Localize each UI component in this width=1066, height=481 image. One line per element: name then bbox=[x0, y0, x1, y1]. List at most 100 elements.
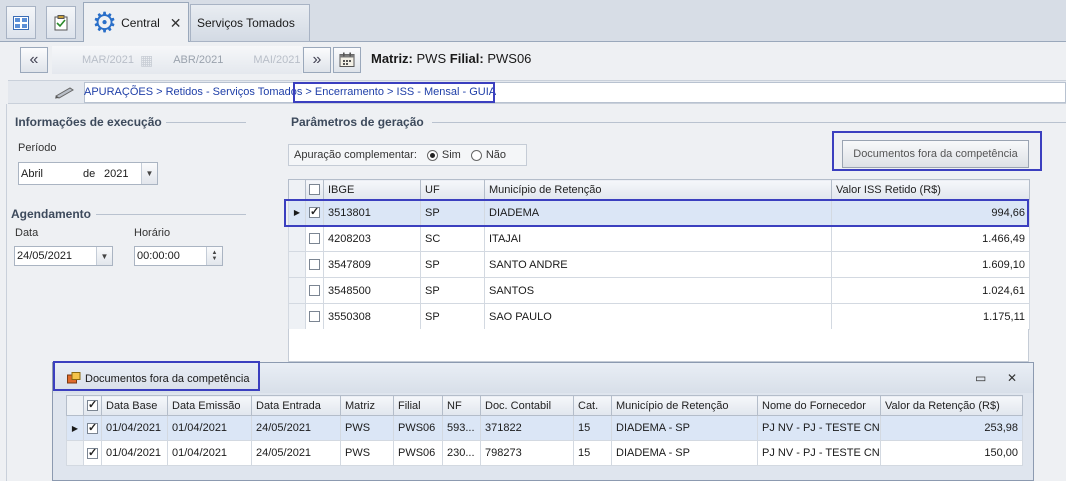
documentos-grid: Data Base Data Emissão Data Entrada Matr… bbox=[66, 395, 1023, 466]
row-checkbox[interactable] bbox=[83, 415, 102, 441]
table-row[interactable]: 3547809 SP SANTO ANDRE 1.609,10 bbox=[288, 251, 1030, 278]
close-icon[interactable]: ✕ bbox=[1007, 371, 1017, 385]
clipboard-icon bbox=[54, 14, 68, 30]
period-navigation: « MAR/2021 ▦ ABR/2021 MAI/2021 » Matriz:… bbox=[0, 42, 1066, 78]
row-checkbox[interactable] bbox=[83, 440, 102, 466]
municipio-cell: ITAJAI bbox=[484, 225, 832, 252]
column-header[interactable]: Município de Retenção bbox=[611, 395, 758, 416]
doc-cell: 798273 bbox=[480, 440, 574, 466]
uf-cell: SP bbox=[420, 277, 485, 304]
select-all-checkbox[interactable] bbox=[305, 179, 324, 200]
row-checkbox[interactable] bbox=[305, 277, 324, 304]
row-checkbox[interactable] bbox=[305, 225, 324, 252]
column-header[interactable]: Data Entrada bbox=[251, 395, 341, 416]
filial-cell: PWS06 bbox=[393, 415, 443, 441]
row-indicator bbox=[288, 277, 306, 304]
breadcrumb-highlight-box bbox=[293, 82, 495, 103]
table-row[interactable]: 3548500 SP SANTOS 1.024,61 bbox=[288, 277, 1030, 304]
popup-title-highlight-box bbox=[53, 361, 260, 391]
period-strip: MAR/2021 ▦ ABR/2021 MAI/2021 bbox=[52, 46, 302, 74]
horario-label: Horário bbox=[134, 227, 171, 239]
data-entrada-cell: 24/05/2021 bbox=[251, 440, 341, 466]
row-indicator bbox=[288, 225, 306, 252]
clipboard-tab[interactable] bbox=[46, 6, 76, 39]
row-indicator: ▶ bbox=[66, 415, 84, 441]
ibge-cell: 4208203 bbox=[323, 225, 421, 252]
matriz-cell: PWS bbox=[340, 415, 394, 441]
calendar-icon bbox=[339, 52, 355, 67]
chevron-down-icon[interactable]: ▼ bbox=[96, 247, 112, 265]
ibge-cell: 3547809 bbox=[323, 251, 421, 278]
spin-icon[interactable]: ▲ ▼ bbox=[206, 247, 222, 265]
filial-label: Filial: bbox=[449, 51, 484, 66]
column-header[interactable]: Filial bbox=[393, 395, 443, 416]
column-header[interactable]: IBGE bbox=[323, 179, 421, 200]
selected-row-highlight-box bbox=[284, 199, 1029, 227]
column-header[interactable]: Cat. bbox=[573, 395, 612, 416]
row-checkbox[interactable] bbox=[305, 303, 324, 330]
calendar-ghost-icon: ▦ bbox=[139, 51, 154, 68]
periodo-select[interactable]: Abril de 2021 ▼ bbox=[18, 162, 158, 185]
periodo-ano: 2021 bbox=[104, 167, 129, 180]
column-header[interactable]: Valor da Retenção (R$) bbox=[880, 395, 1023, 416]
select-all-checkbox[interactable] bbox=[83, 395, 102, 416]
tab-central[interactable]: ⚙ Central ✕ bbox=[83, 2, 189, 43]
minimize-icon[interactable]: ▭ bbox=[975, 371, 986, 385]
valor-cell: 1.466,49 bbox=[831, 225, 1030, 252]
radio-sim-label: Sim bbox=[441, 149, 461, 161]
periodo-mes: Abril bbox=[21, 167, 44, 180]
table-row[interactable]: 3550308 SP SAO PAULO 1.175,11 bbox=[288, 303, 1030, 330]
ghost-next-month: MAI/2021 bbox=[253, 54, 301, 66]
radio-nao[interactable] bbox=[470, 149, 482, 161]
column-header[interactable]: Nome do Fornecedor bbox=[757, 395, 881, 416]
valor-cell: 1.609,10 bbox=[831, 251, 1030, 278]
valor-cell: 253,98 bbox=[880, 415, 1023, 441]
next-period-button[interactable]: » bbox=[303, 47, 331, 73]
row-indicator bbox=[66, 440, 84, 466]
apuracao-complementar-group: Apuração complementar: Sim Não bbox=[288, 144, 527, 166]
uf-cell: SP bbox=[420, 251, 485, 278]
nf-cell: 593... bbox=[442, 415, 481, 441]
tab-servicos-label: Serviços Tomados bbox=[197, 16, 295, 30]
data-entrada-cell: 24/05/2021 bbox=[251, 415, 341, 441]
column-header[interactable]: Valor ISS Retido (R$) bbox=[831, 179, 1030, 200]
section-divider bbox=[432, 122, 1066, 123]
data-field[interactable]: 24/05/2021 ▼ bbox=[14, 246, 113, 266]
matriz-cell: PWS bbox=[340, 440, 394, 466]
municipio-cell: DIADEMA - SP bbox=[611, 415, 758, 441]
matriz-label: Matriz: bbox=[371, 51, 413, 66]
data-label: Data bbox=[15, 227, 39, 239]
left-border bbox=[6, 104, 7, 481]
table-row[interactable]: ▶01/04/202101/04/202124/05/2021PWSPWS065… bbox=[66, 415, 1023, 441]
grid-empty-area bbox=[288, 329, 1029, 362]
data-emissao-cell: 01/04/2021 bbox=[167, 440, 252, 466]
table-row[interactable]: 4208203 SC ITAJAI 1.466,49 bbox=[288, 225, 1030, 252]
periodo-label: Período bbox=[18, 142, 57, 154]
radio-sim[interactable] bbox=[426, 149, 438, 161]
municipio-cell: DIADEMA - SP bbox=[611, 440, 758, 466]
column-header[interactable]: Matriz bbox=[340, 395, 394, 416]
column-header[interactable]: Município de Retenção bbox=[484, 179, 832, 200]
grid-icon bbox=[13, 15, 29, 30]
municipio-cell: SANTO ANDRE bbox=[484, 251, 832, 278]
grid-view-tab[interactable] bbox=[6, 6, 36, 39]
close-icon[interactable]: ✕ bbox=[170, 15, 182, 32]
horario-field[interactable]: 00:00:00 ▲ ▼ bbox=[134, 246, 223, 266]
row-checkbox[interactable] bbox=[305, 251, 324, 278]
chevron-down-icon[interactable]: ▼ bbox=[141, 163, 157, 184]
column-header[interactable]: Data Base bbox=[101, 395, 168, 416]
table-row[interactable]: 01/04/202101/04/202124/05/2021PWSPWS0623… bbox=[66, 440, 1023, 466]
periodo-de: de bbox=[83, 167, 96, 180]
parametros-header: Parâmetros de geração bbox=[291, 115, 424, 129]
column-header[interactable]: Data Emissão bbox=[167, 395, 252, 416]
calendar-button[interactable] bbox=[333, 47, 361, 73]
column-header[interactable]: UF bbox=[420, 179, 485, 200]
filial-value: PWS06 bbox=[487, 51, 532, 66]
nf-cell: 230... bbox=[442, 440, 481, 466]
tab-servicos-tomados[interactable]: Serviços Tomados bbox=[190, 4, 310, 42]
previous-period-button[interactable]: « bbox=[20, 47, 48, 73]
valor-cell: 150,00 bbox=[880, 440, 1023, 466]
column-header[interactable]: Doc. Contabil bbox=[480, 395, 574, 416]
column-header[interactable]: NF bbox=[442, 395, 481, 416]
row-indicator bbox=[288, 251, 306, 278]
